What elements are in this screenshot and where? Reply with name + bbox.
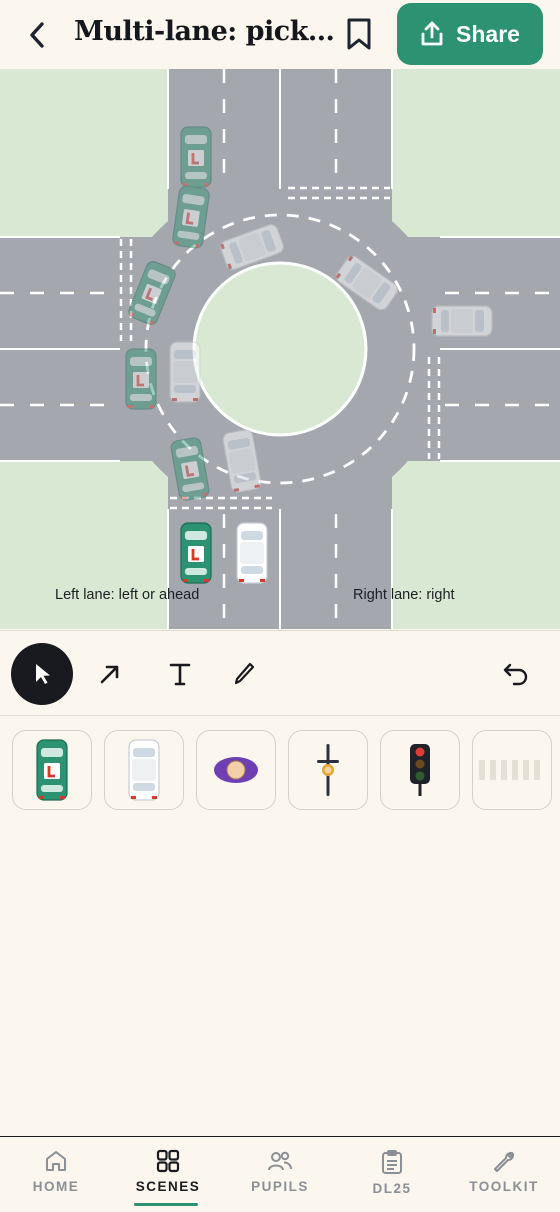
- right-lane-label: Right lane: right: [353, 587, 455, 603]
- pedestrian-icon: [214, 757, 258, 783]
- palette-cyclist[interactable]: [288, 730, 368, 810]
- pen-tool[interactable]: [213, 643, 275, 705]
- left-lane-label: Left lane: left or ahead: [55, 587, 200, 603]
- clipboard-icon: [382, 1150, 402, 1174]
- chevron-left-icon: [30, 22, 44, 48]
- palette-pedestrian[interactable]: [196, 730, 276, 810]
- nav-pupils[interactable]: PUPILS: [224, 1137, 336, 1212]
- palette-traffic-light[interactable]: [380, 730, 460, 810]
- select-tool[interactable]: [11, 643, 73, 705]
- white-car: [236, 522, 268, 584]
- roundabout-diagram: [0, 69, 560, 629]
- share-label: Share: [456, 20, 520, 47]
- share-button[interactable]: Share: [397, 3, 543, 65]
- palette-learner-car[interactable]: [12, 730, 92, 810]
- people-icon: [268, 1151, 292, 1171]
- palette-zebra-crossing[interactable]: [472, 730, 552, 810]
- nav-scenes[interactable]: SCENES: [112, 1137, 224, 1212]
- nav-pupils-label: PUPILS: [251, 1179, 309, 1194]
- drawing-toolbar: [0, 630, 560, 716]
- arrow-icon: [100, 665, 119, 684]
- page-title: Multi-lane: pick your lane: [74, 16, 336, 47]
- text-icon: [169, 663, 191, 686]
- bookmark-icon: [347, 18, 371, 50]
- object-palette: [12, 730, 560, 810]
- pen-icon: [234, 662, 255, 685]
- undo-icon: [503, 663, 528, 686]
- bookmark-button[interactable]: [342, 14, 376, 54]
- nav-home-label: HOME: [32, 1179, 80, 1194]
- scene-canvas[interactable]: Left lane: left or ahead Right lane: rig…: [0, 69, 560, 629]
- white-car-icon: [128, 739, 160, 801]
- cyclist-icon: [317, 744, 339, 796]
- home-icon: [46, 1151, 66, 1171]
- share-upload-icon: [421, 21, 443, 46]
- undo-button[interactable]: [485, 643, 547, 705]
- nav-scenes-label: SCENES: [135, 1179, 201, 1194]
- traffic-light-icon: [410, 744, 430, 796]
- learner-car-icon: [36, 739, 68, 801]
- wrench-icon: [494, 1151, 515, 1172]
- nav-toolkit-label: TOOLKIT: [469, 1179, 539, 1194]
- nav-dl25[interactable]: DL25: [336, 1137, 448, 1212]
- nav-toolkit[interactable]: TOOLKIT: [448, 1137, 560, 1212]
- bottom-navigation: HOME SCENES PUPILS DL25 TOOLKIT: [0, 1136, 560, 1212]
- palette-white-car[interactable]: [104, 730, 184, 810]
- nav-dl25-label: DL25: [372, 1181, 412, 1196]
- pointer-icon: [36, 664, 50, 684]
- active-tab-indicator: [134, 1203, 198, 1206]
- top-bar: Multi-lane: pick your lane Share: [0, 0, 560, 68]
- text-tool[interactable]: [149, 643, 211, 705]
- back-button[interactable]: [20, 16, 54, 54]
- grid-icon: [156, 1149, 180, 1173]
- nav-home[interactable]: HOME: [0, 1137, 112, 1212]
- arrow-tool[interactable]: [79, 643, 141, 705]
- learner-car: [180, 522, 212, 584]
- zebra-crossing-icon: [479, 760, 540, 780]
